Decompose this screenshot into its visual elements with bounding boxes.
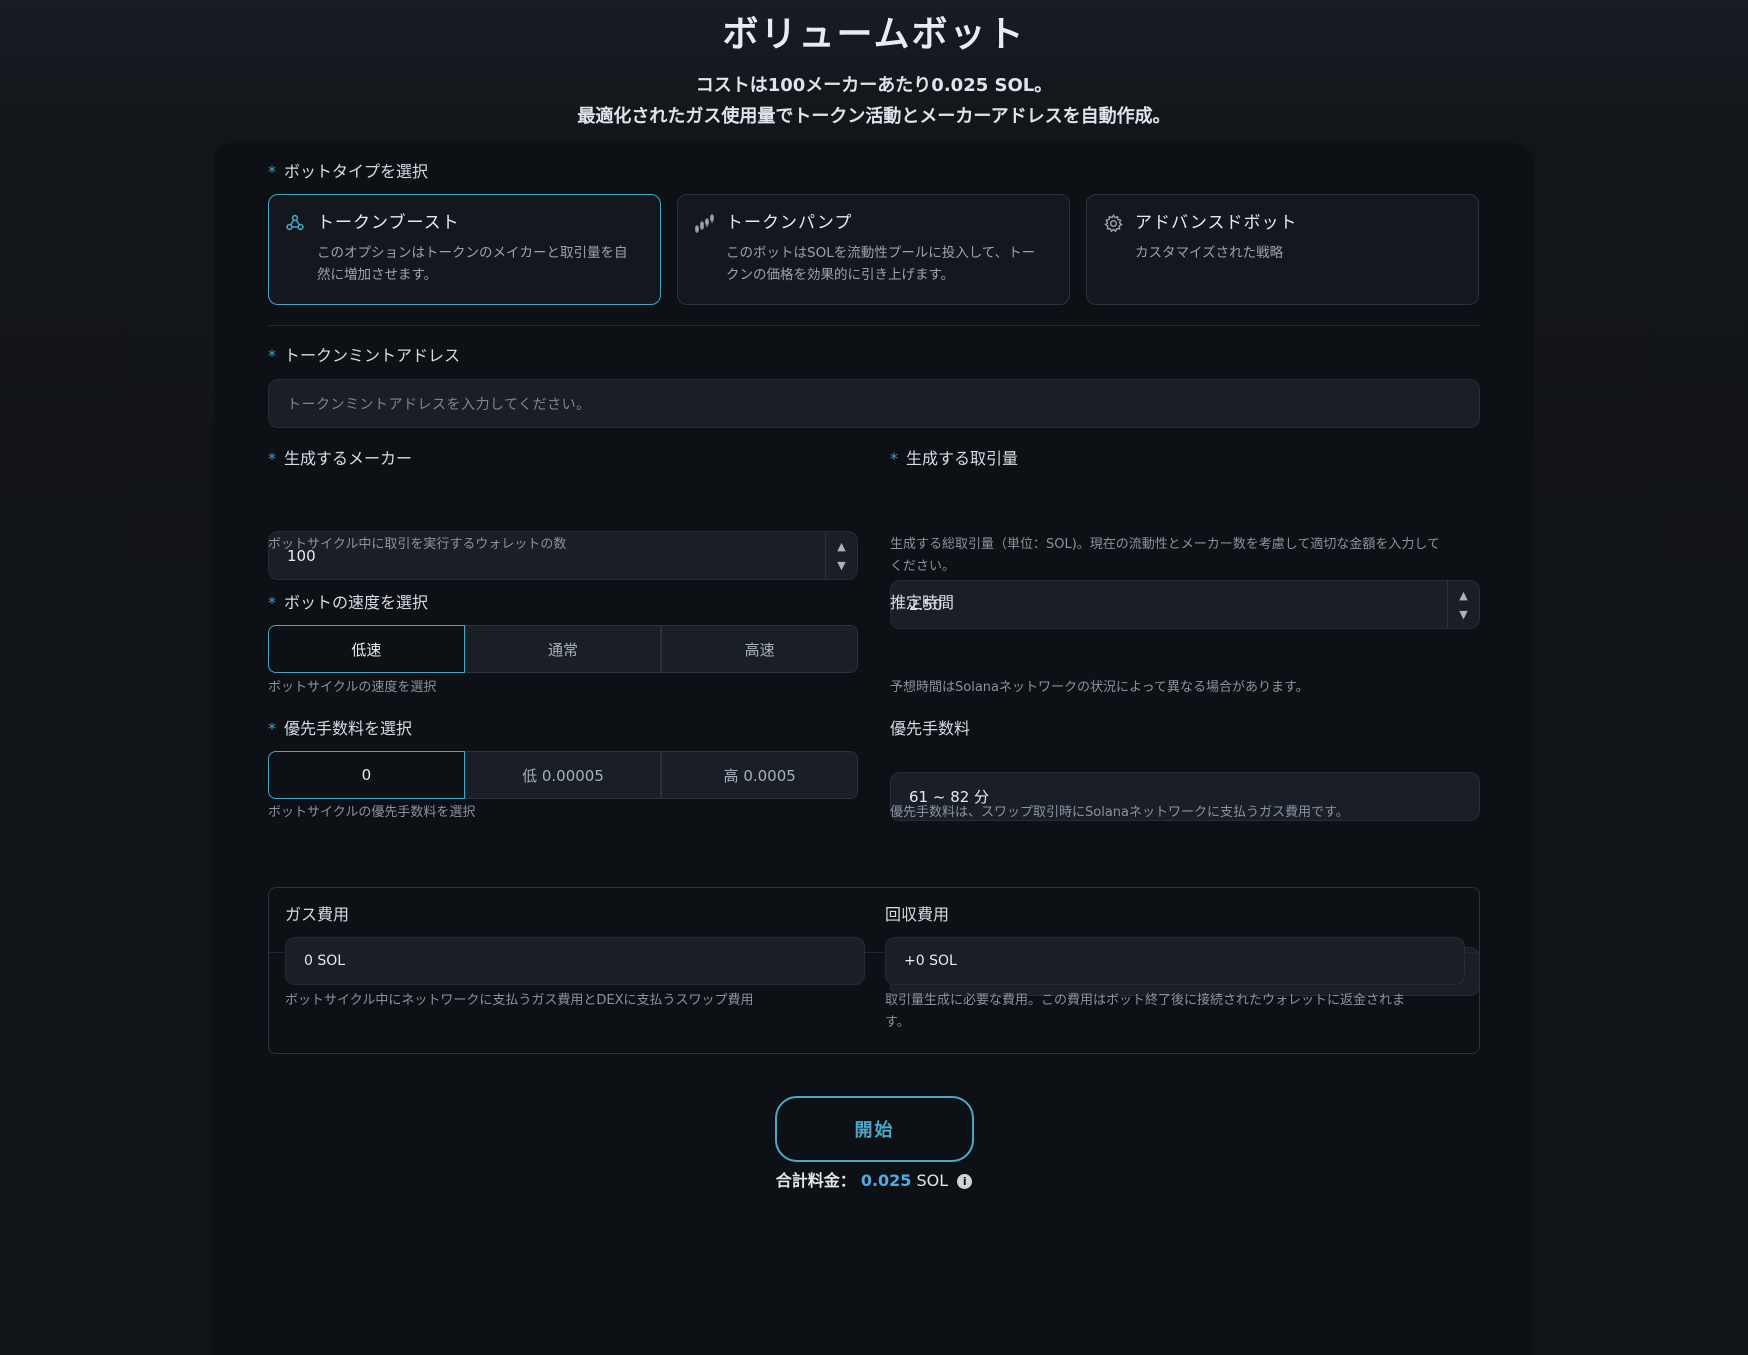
mint-address-input[interactable]: トークンミントアドレスを入力してください。 [268,379,1480,428]
makers-label: * 生成するメーカー [268,449,413,468]
priority-option-low[interactable]: 低 0.00005 [464,751,662,799]
priority-select-help: ボットサイクルの優先手数料を選択 [268,805,476,820]
speed-label: * ボットの速度を選択 [268,593,429,612]
priority-fee-selector: 0 低 0.00005 高 0.0005 [268,751,859,799]
priority-fee-help: 優先手数料は、スワップ取引時にSolanaネットワークに支払うガス費用です。 [890,805,1349,820]
recovery-cost-label: 回収費用 [885,905,950,924]
priority-option-zero[interactable]: 0 [268,751,465,799]
page-title: ボリュームボット [722,14,1026,55]
speed-option-fast[interactable]: 高速 [661,625,859,673]
bot-type-label: * ボットタイプを選択 [268,162,429,181]
subtitle-cost: コストは100メーカーあたり0.025 SOL。 [695,75,1053,96]
makers-help: ボットサイクル中に取引を実行するウォレットの数 [268,537,567,552]
gas-cost-help: ボットサイクル中にネットワークに支払うガス費用とDEXに支払うスワップ費用 [285,993,754,1008]
recovery-cost-field: +0 SOL [885,937,1465,985]
recovery-cost-help: 取引量生成に必要な費用。この費用はボット終了後に接続されたウォレットに返金されま… [885,993,1406,1030]
total-price-label: 合計料金： [775,1171,856,1190]
estimate-label: 推定時間 [890,593,955,612]
bot-option-title: アドバンスドボット [1135,213,1298,233]
bot-option-token-boost[interactable]: トークンブースト このオプションはトークンのメイカーと取引量を自 然に増加させます… [268,194,661,305]
total-price-unit: SOL [916,1171,949,1190]
bot-option-description: カスタマイズされた戦略 [1135,245,1284,261]
gas-cost-field: 0 SOL [285,937,865,985]
total-price-value: 0.025 [860,1171,912,1190]
divider [268,325,1480,326]
bot-option-token-pump[interactable]: トークンパンプ このボットはSOLを流動性プールに投入して、トー クンの価格を効果… [677,194,1070,305]
decrement-icon[interactable]: ▼ [837,559,845,572]
info-icon[interactable]: i [957,1174,973,1189]
volume-label: * 生成する取引量 [890,449,1019,468]
start-button[interactable]: 開始 [775,1096,974,1162]
priority-fee-label: 優先手数料 [890,719,971,738]
bot-form-card: * ボットタイプを選択 トークンブースト このオプションはトークンのメイカーと取引… [213,143,1533,1355]
bot-option-title: トークンパンプ [726,213,853,233]
bot-option-advanced[interactable]: アドバンスドボット カスタマイズされた戦略 [1086,194,1479,305]
total-price: 合計料金： 0.025 SOL i [213,1167,1535,1191]
gas-cost-label: ガス費用 [285,905,350,924]
bot-type-options: トークンブースト このオプションはトークンのメイカーと取引量を自 然に増加させます… [268,194,1480,305]
speed-help: ボットサイクルの速度を選択 [268,680,437,695]
bot-option-title: トークンブースト [317,213,460,233]
header: ボリュームボット コストは100メーカーあたり0.025 SOL。 最適化された… [0,0,1748,132]
volume-help: 生成する総取引量（単位：SOL)。現在の流動性とメーカー数を考慮して適切な金額を… [890,537,1441,574]
cost-summary-box: ガス費用 0 SOL ボットサイクル中にネットワークに支払うガス費用とDEXに支… [268,887,1480,1054]
speed-option-normal[interactable]: 通常 [464,625,662,673]
candlestick-chart-icon [694,213,716,235]
mint-address-label: * トークンミントアドレス [268,346,461,365]
bot-option-description: このボットはSOLを流動性プールに投入して、トー クンの価格を効果的に引き上げます… [726,245,1036,283]
subtitle-description: 最適化されたガス使用量でトークン活動とメーカーアドレスを自動作成。 [577,106,1171,127]
bot-option-description: このオプションはトークンのメイカーと取引量を自 然に増加させます。 [317,245,628,283]
speed-option-slow[interactable]: 低速 [268,625,465,673]
priority-select-label: * 優先手数料を選択 [268,719,413,738]
estimate-help: 予想時間はSolanaネットワークの状況によって異なる場合があります。 [890,680,1309,695]
priority-option-high[interactable]: 高 0.0005 [661,751,859,799]
network-nodes-icon [285,213,307,235]
speed-selector: 低速 通常 高速 [268,625,859,673]
page: ボリュームボット コストは100メーカーあたり0.025 SOL。 最適化された… [0,0,1748,1355]
gear-icon [1103,213,1125,235]
